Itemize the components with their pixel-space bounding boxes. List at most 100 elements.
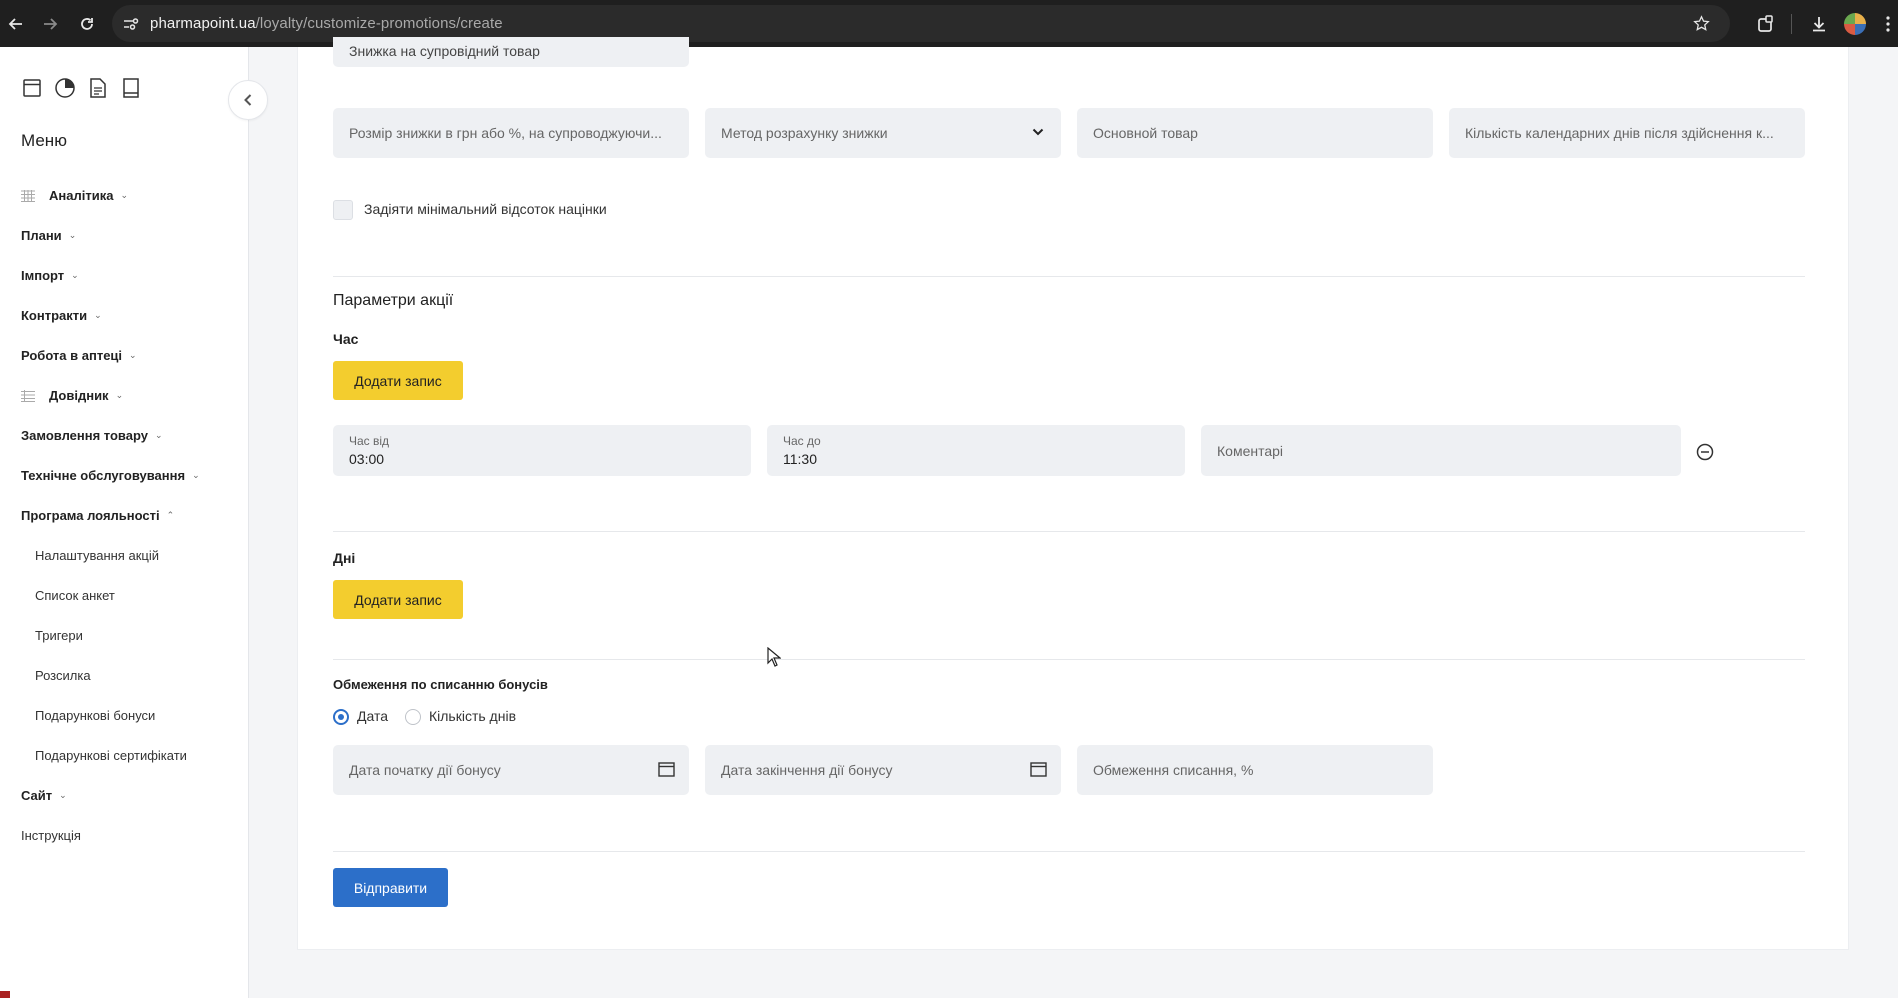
chevron-up-icon: ⌃	[166, 510, 175, 520]
calendar-icon[interactable]	[1029, 760, 1047, 778]
mouse-cursor-icon	[767, 646, 782, 672]
time-from-value: 03:00	[349, 451, 385, 467]
url-host: pharmapoint.ua	[150, 15, 256, 32]
document-icon[interactable]	[86, 76, 110, 100]
chevron-down-icon: ⌄	[120, 190, 128, 200]
radio-days-count-label: Кількість днів	[429, 708, 517, 724]
chevron-down-icon: ⌄	[68, 230, 77, 240]
store-icon[interactable]	[20, 76, 44, 100]
discount-type-field[interactable]: Знижка на супровідний товар	[333, 37, 689, 67]
sidebar-item-directory[interactable]: Довідник ⌄	[21, 388, 123, 403]
radio-date[interactable]	[333, 709, 349, 725]
time-to-label: Час до	[783, 434, 821, 448]
calendar-icon[interactable]	[657, 760, 675, 778]
sidebar-subitem-mailing[interactable]: Розсилка	[35, 668, 91, 683]
sidebar-item-loyalty[interactable]: Програма лояльності ⌃	[21, 508, 174, 523]
calc-method-placeholder: Метод розрахунку знижки	[721, 125, 888, 141]
url-text[interactable]: pharmapoint.ua/loyalty/customize-promoti…	[150, 15, 503, 32]
chevron-down-icon: ⌄	[192, 470, 200, 480]
section-divider	[333, 659, 1805, 660]
radio-date-label: Дата	[357, 708, 389, 724]
pie-chart-icon[interactable]	[53, 76, 77, 100]
sidebar-item-label: Сайт	[21, 788, 53, 803]
sidebar-item-import[interactable]: Імпорт ⌄	[21, 268, 79, 283]
back-icon[interactable]	[4, 12, 28, 36]
toolbar-divider	[1791, 14, 1792, 34]
sidebar-subitem-promotion-settings[interactable]: Налаштування акцій	[35, 548, 159, 563]
sidebar-item-label: Аналітика	[49, 188, 114, 203]
comments-placeholder: Коментарі	[1217, 442, 1284, 459]
section-divider	[333, 851, 1805, 852]
page-corner-marker	[0, 991, 10, 998]
sidebar-item-site[interactable]: Сайт ⌄	[21, 788, 67, 803]
bonus-end-date-input[interactable]: Дата закінчення дії бонусу	[705, 745, 1061, 795]
extensions-icon[interactable]	[1754, 12, 1778, 36]
sidebar-item-plans[interactable]: Плани ⌄	[21, 228, 76, 243]
chevron-down-icon: ⌄	[59, 790, 67, 800]
sidebar-subitem-questionnaires[interactable]: Список анкет	[35, 588, 115, 603]
add-time-record-button[interactable]: Додати запис	[333, 361, 463, 400]
sidebar-item-pharmacy-work[interactable]: Робота в аптеці ⌄	[21, 348, 137, 363]
bonus-end-date-placeholder: Дата закінчення дії бонусу	[721, 762, 893, 778]
sidebar-item-contracts[interactable]: Контракти ⌄	[21, 308, 102, 323]
sidebar-item-maintenance[interactable]: Технічне обслуговування ⌄	[21, 468, 200, 483]
sidebar-item-analytics[interactable]: Аналітика ⌄	[21, 188, 128, 203]
sidebar-item-label: Програма лояльності	[21, 508, 160, 523]
discount-size-input[interactable]: Розмір знижки в грн або %, на супроводжу…	[333, 108, 689, 158]
browser-toolbar: pharmapoint.ua/loyalty/customize-promoti…	[0, 0, 1898, 47]
sidebar: Меню Аналітика ⌄ Плани ⌄ Імпорт ⌄ Контракти…	[0, 47, 249, 998]
list-icon	[21, 389, 35, 402]
min-markup-checkbox[interactable]	[333, 200, 353, 220]
section-divider	[333, 276, 1805, 277]
form-card	[297, 47, 1849, 950]
collapse-sidebar-button[interactable]	[228, 80, 268, 120]
comments-input[interactable]: Коментарі	[1201, 425, 1681, 476]
chevron-down-icon: ⌄	[94, 310, 102, 320]
chevron-down-icon: ⌄	[71, 270, 79, 280]
submit-button[interactable]: Відправити	[333, 868, 448, 907]
more-icon[interactable]	[1880, 12, 1896, 36]
add-day-record-button[interactable]: Додати запис	[333, 580, 463, 619]
sidebar-item-instruction[interactable]: Інструкція	[21, 828, 81, 843]
bonus-start-date-input[interactable]: Дата початку дії бонусу	[333, 745, 689, 795]
download-icon[interactable]	[1807, 12, 1831, 36]
star-icon[interactable]	[1693, 15, 1710, 37]
remove-circle-icon[interactable]	[1696, 443, 1714, 461]
time-to-value: 11:30	[783, 451, 817, 467]
chevron-down-icon: ⌄	[129, 350, 137, 360]
sidebar-item-label: Контракти	[21, 308, 88, 323]
sidebar-item-label: Технічне обслуговування	[21, 468, 186, 483]
book-icon[interactable]	[119, 76, 143, 100]
discount-size-placeholder: Розмір знижки в грн або %, на супроводжу…	[349, 125, 662, 141]
sidebar-subitem-gift-bonuses[interactable]: Подарункові бонуси	[35, 708, 155, 723]
chevron-left-icon	[244, 94, 252, 106]
radio-days-count[interactable]	[405, 709, 421, 725]
sidebar-item-product-orders[interactable]: Замовлення товару ⌄	[21, 428, 163, 443]
sidebar-subitem-gift-certificates[interactable]: Подарункові сертифікати	[35, 748, 187, 763]
min-markup-label: Задіяти мінімальний відсоток націнки	[364, 201, 607, 217]
calendar-days-input[interactable]: Кількість календарних днів після здійсне…	[1449, 108, 1805, 158]
reload-icon[interactable]	[75, 12, 99, 36]
main-product-placeholder: Основной товар	[1093, 125, 1198, 141]
sidebar-quick-icons	[20, 76, 143, 100]
url-path: /loyalty/customize-promotions/create	[255, 15, 503, 32]
main-product-input[interactable]: Основной товар	[1077, 108, 1433, 158]
forward-icon[interactable]	[38, 12, 62, 36]
site-settings-icon[interactable]	[122, 15, 140, 33]
profile-avatar[interactable]	[1844, 13, 1866, 35]
write-off-limit-input[interactable]: Обмеження списання, %	[1077, 745, 1433, 795]
sidebar-subitem-triggers[interactable]: Тригери	[35, 628, 83, 643]
params-section-title: Параметри акції	[333, 292, 454, 309]
chevron-down-icon: ⌄	[155, 430, 163, 440]
discount-type-value: Знижка на супровідний товар	[349, 43, 540, 59]
chevron-down-icon: ⌄	[115, 390, 124, 400]
time-to-field[interactable]: Час до 11:30	[767, 425, 1185, 476]
time-from-label: Час від	[349, 434, 390, 448]
calc-method-select[interactable]: Метод розрахунку знижки	[705, 108, 1061, 158]
days-label: Дні	[333, 550, 356, 566]
sidebar-item-label: Плани	[21, 228, 62, 243]
menu-title: Меню	[21, 131, 67, 150]
time-from-field[interactable]: Час від 03:00	[333, 425, 751, 476]
bonus-start-date-placeholder: Дата початку дії бонусу	[349, 762, 501, 778]
bonus-limits-label: Обмеження по списанню бонусів	[333, 677, 548, 692]
